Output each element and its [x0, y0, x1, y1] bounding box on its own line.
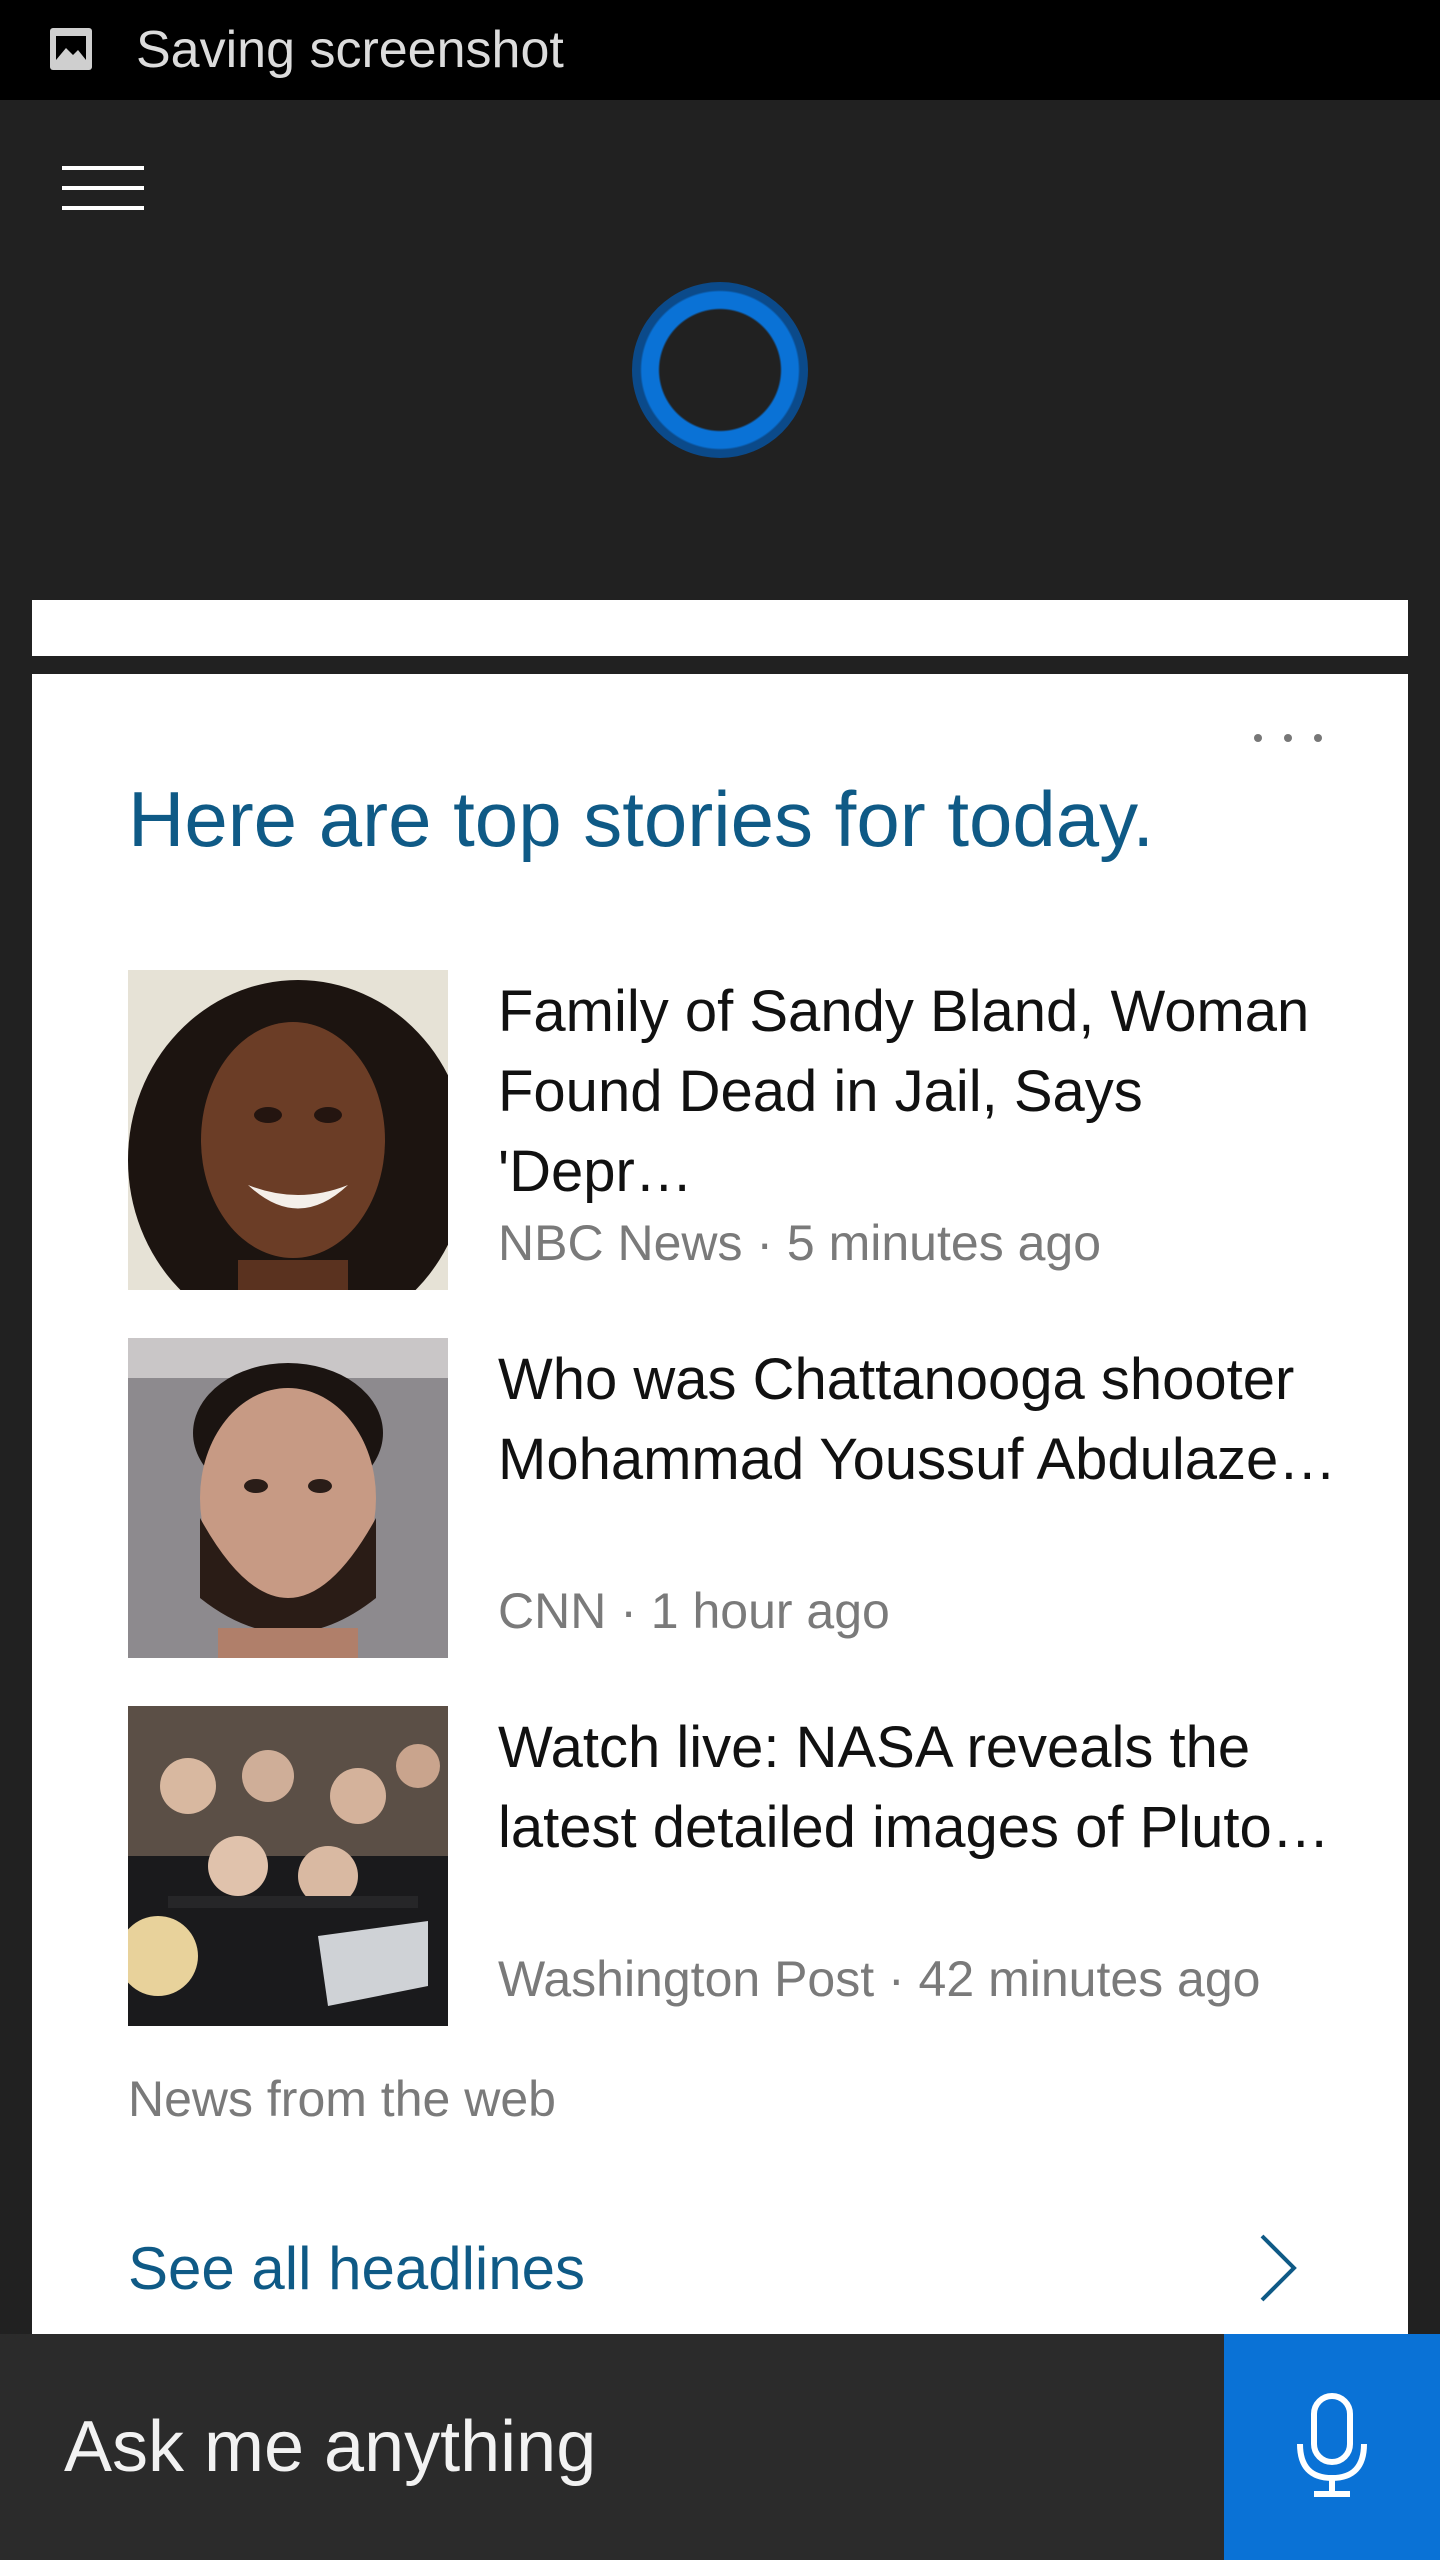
story-thumbnail	[128, 1338, 448, 1658]
see-all-headlines-link[interactable]: See all headlines	[128, 2234, 585, 2303]
story-item[interactable]: Watch live: NASA reveals the latest deta…	[128, 1706, 1348, 2026]
story-meta: NBC News · 5 minutes ago	[498, 1215, 1102, 1271]
bottom-bar	[0, 2334, 1440, 2560]
ask-input[interactable]	[0, 2334, 1224, 2560]
story-item[interactable]: Family of Sandy Bland, Woman Found Dead …	[128, 970, 1348, 1290]
chevron-right-icon[interactable]	[1254, 2230, 1304, 2306]
story-meta: CNN · 1 hour ago	[498, 1583, 890, 1639]
image-icon	[48, 26, 94, 72]
story-item[interactable]: Who was Chattanooga shooter Mohammad You…	[128, 1338, 1348, 1658]
story-thumbnail	[128, 970, 448, 1290]
hamburger-menu-icon[interactable]	[62, 162, 144, 214]
source-note: News from the web	[128, 2071, 556, 2127]
story-thumbnail	[128, 1706, 448, 2026]
status-bar: Saving screenshot	[0, 0, 1440, 100]
cortana-ring-icon[interactable]	[632, 282, 808, 458]
status-text: Saving screenshot	[136, 21, 564, 79]
story-headline: Watch live: NASA reveals the latest deta…	[498, 1715, 1330, 1860]
previous-card-edge	[32, 600, 1408, 656]
card-title: Here are top stories for today.	[128, 775, 1155, 863]
more-dots-icon[interactable]	[1244, 722, 1334, 762]
microphone-icon	[1297, 2393, 1367, 2497]
top-stories-card: Here are top stories for today. Family o…	[32, 674, 1408, 2334]
story-meta: Washington Post · 42 minutes ago	[498, 1951, 1261, 2007]
story-headline: Who was Chattanooga shooter Mohammad You…	[498, 1347, 1337, 1492]
microphone-button[interactable]	[1224, 2334, 1440, 2560]
story-headline: Family of Sandy Bland, Woman Found Dead …	[498, 979, 1310, 1204]
